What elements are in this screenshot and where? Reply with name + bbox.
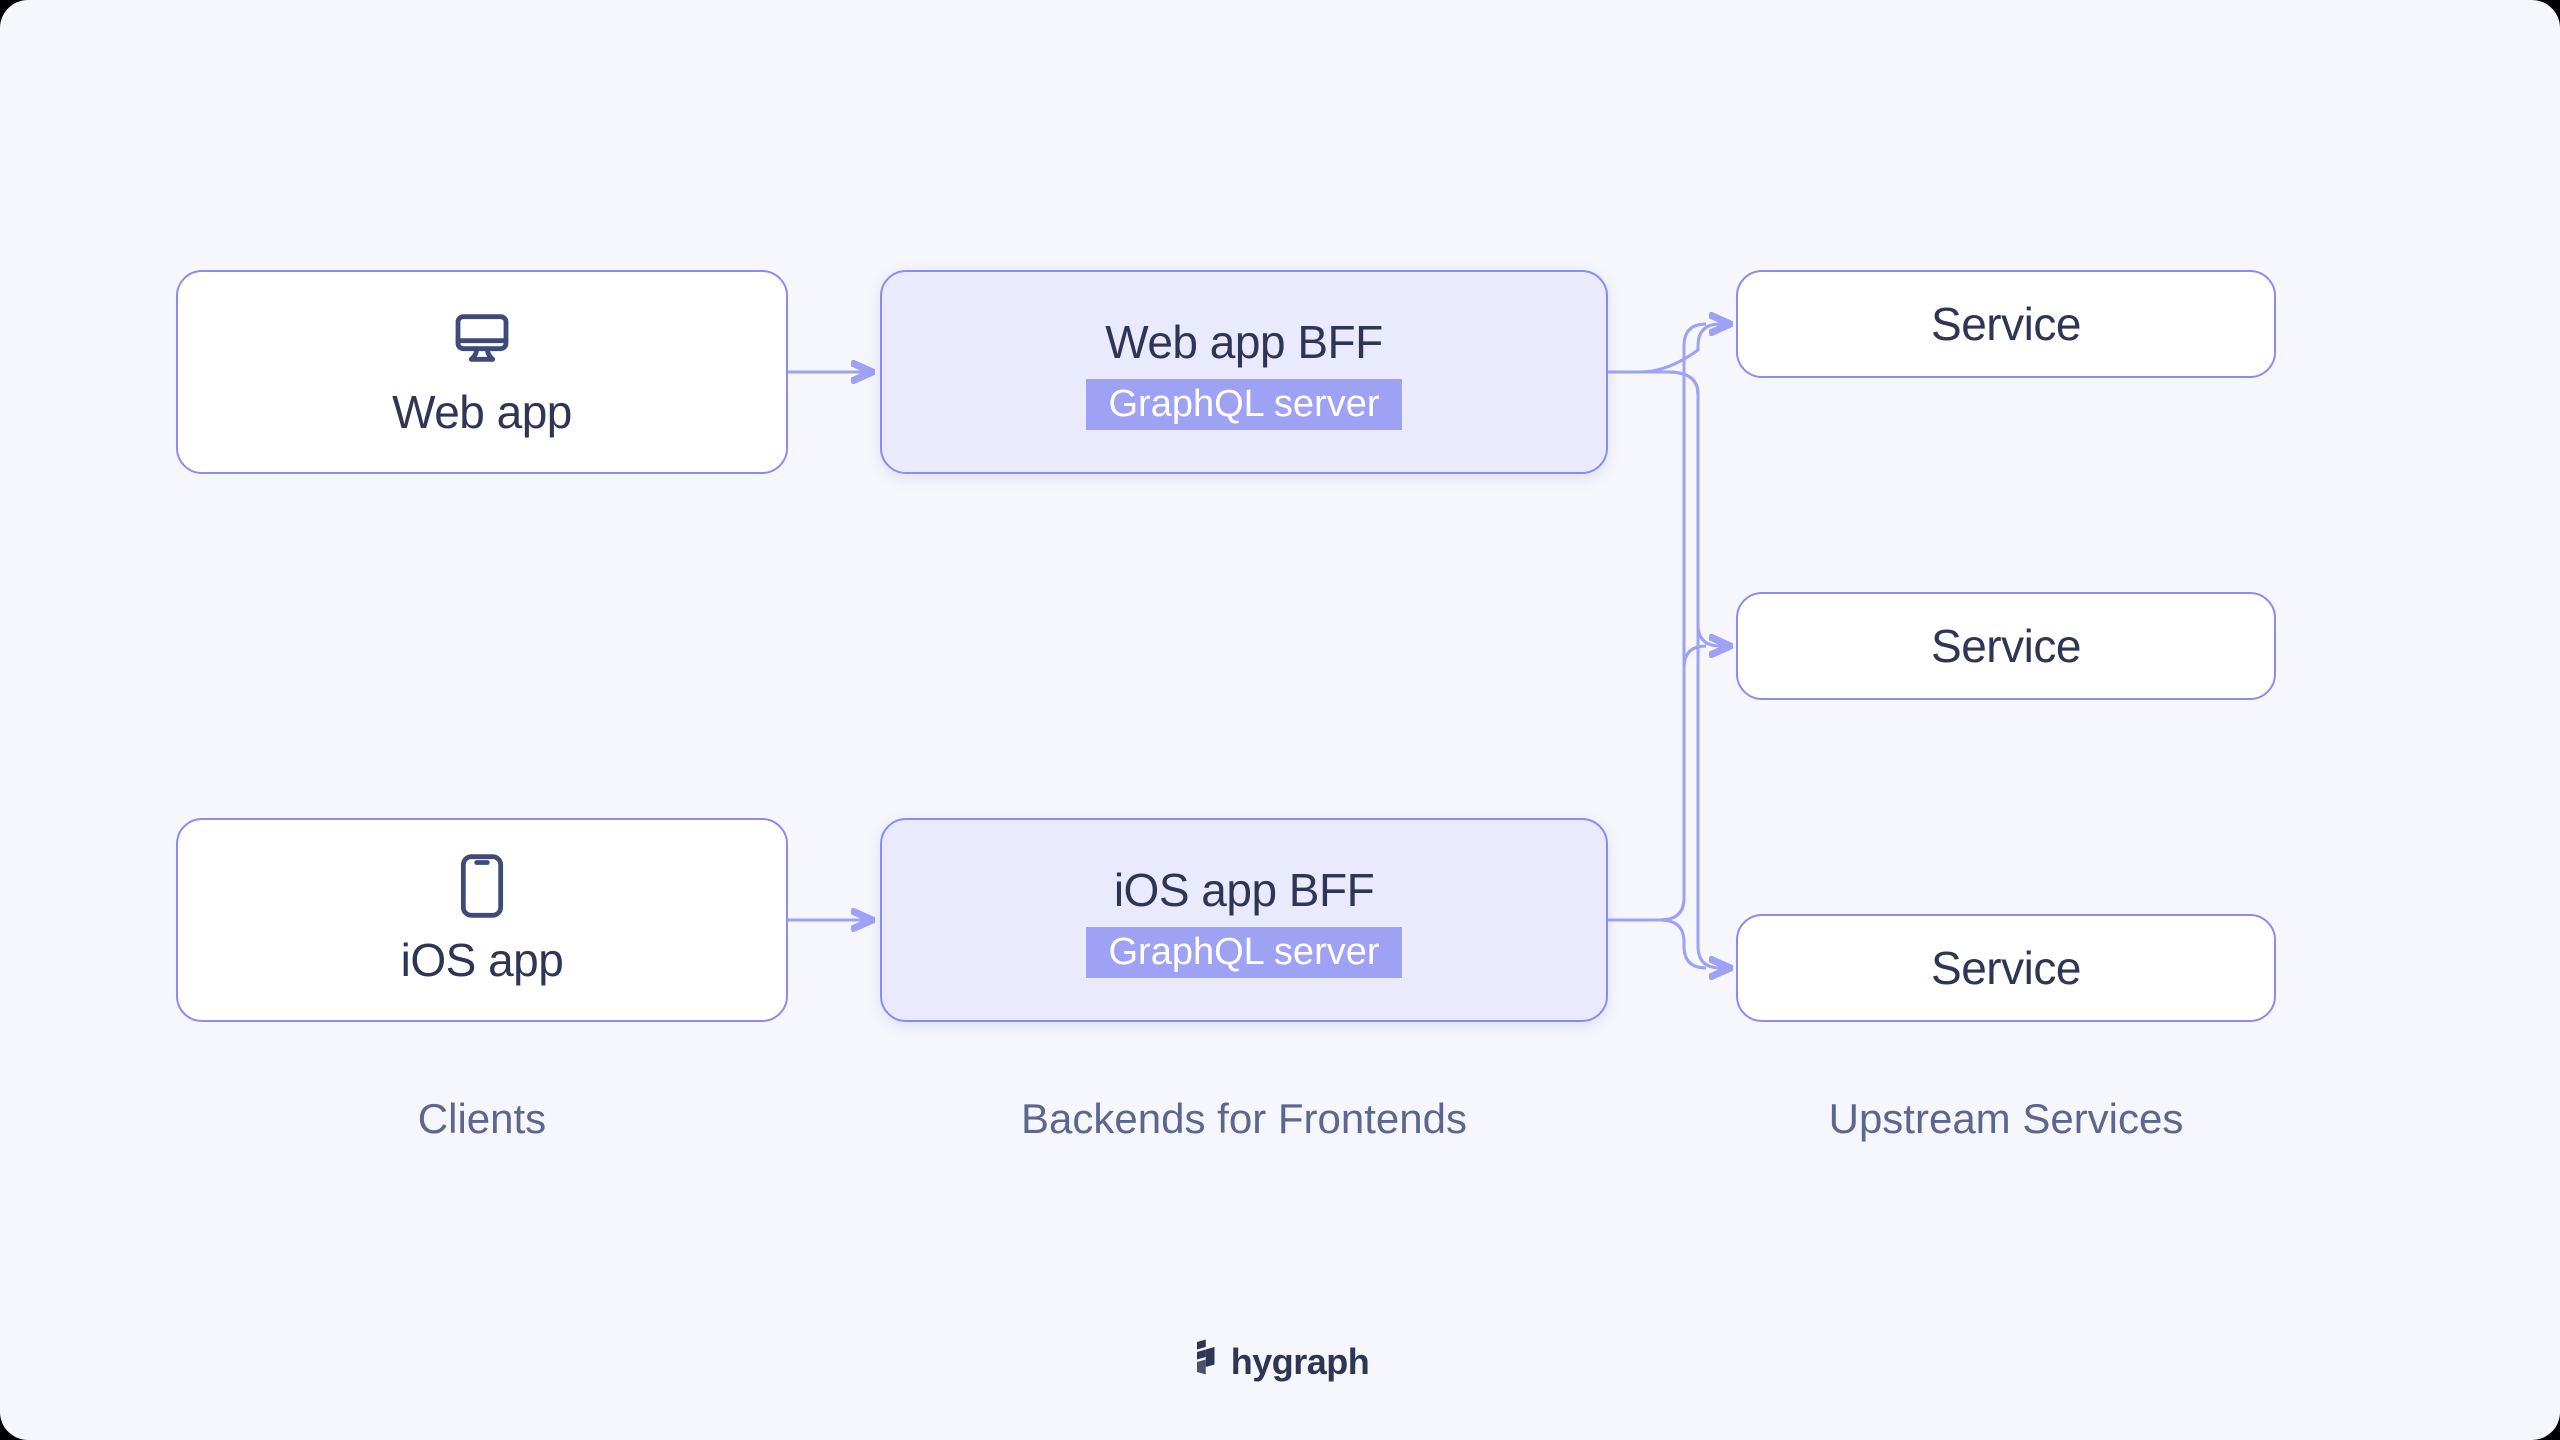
- service-a-box: Service: [1736, 270, 2276, 378]
- service-a-label: Service: [1931, 297, 2081, 351]
- service-c-box: Service: [1736, 914, 2276, 1022]
- mobile-icon: [458, 854, 506, 923]
- bff-web-box: Web app BFF GraphQL server: [880, 270, 1608, 474]
- desktop-icon: [450, 306, 514, 375]
- bff-web-title: Web app BFF: [1105, 315, 1382, 369]
- connectors: [0, 0, 2560, 1440]
- bff-ios-subtitle: GraphQL server: [1086, 927, 1401, 978]
- client-ios-label: iOS app: [401, 933, 564, 987]
- bff-ios-box: iOS app BFF GraphQL server: [880, 818, 1608, 1022]
- bff-ios-title: iOS app BFF: [1114, 863, 1374, 917]
- service-b-box: Service: [1736, 592, 2276, 700]
- column-label-services: Upstream Services: [1706, 1095, 2306, 1143]
- column-label-clients: Clients: [182, 1095, 782, 1143]
- client-ios-box: iOS app: [176, 818, 788, 1022]
- client-web-label: Web app: [392, 385, 572, 439]
- hygraph-logo-icon: [1191, 1339, 1221, 1384]
- diagram-canvas: Web app iOS app Web app BFF GraphQL serv…: [0, 0, 2560, 1440]
- brand-logo: hygraph: [1191, 1339, 1370, 1384]
- brand-name: hygraph: [1231, 1341, 1370, 1383]
- column-label-bff: Backends for Frontends: [944, 1095, 1544, 1143]
- service-b-label: Service: [1931, 619, 2081, 673]
- bff-web-subtitle: GraphQL server: [1086, 379, 1401, 430]
- client-web-box: Web app: [176, 270, 788, 474]
- service-c-label: Service: [1931, 941, 2081, 995]
